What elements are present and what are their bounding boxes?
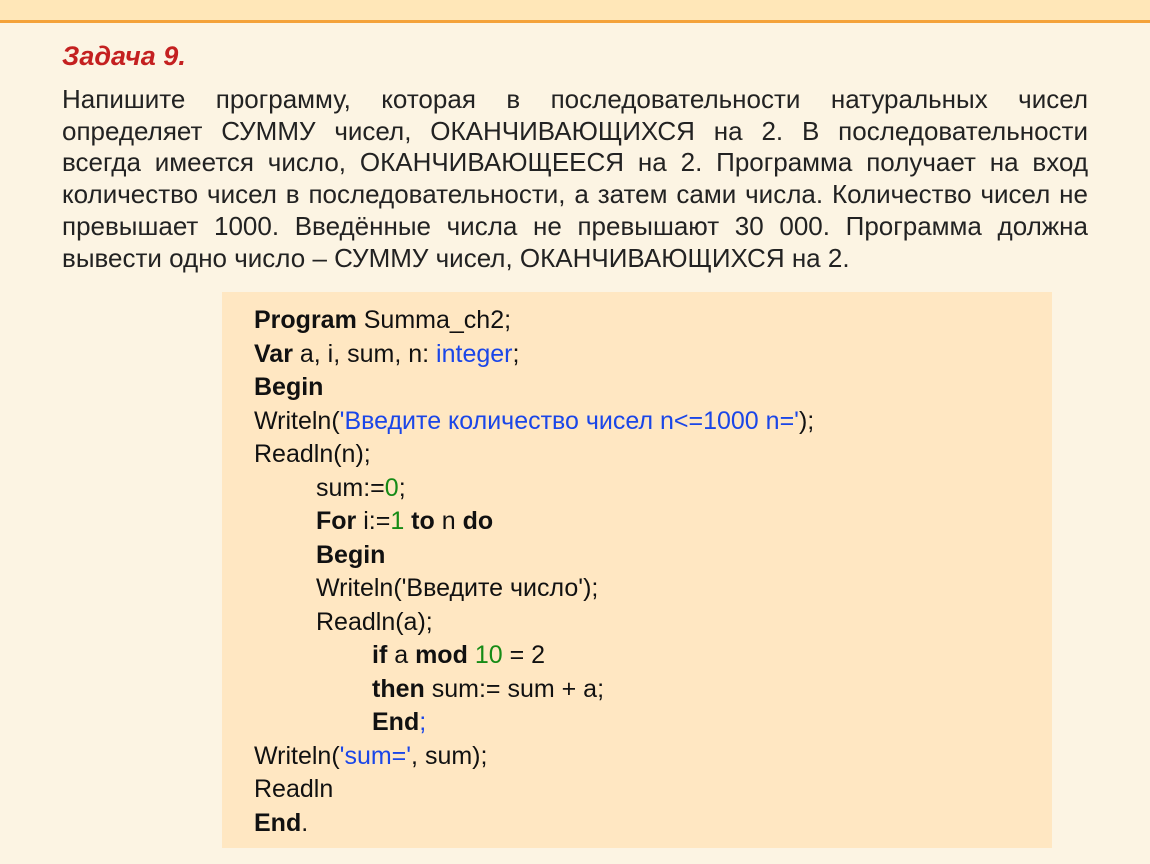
code-text: ; [419,708,426,736]
kw-if: if [372,641,387,669]
code-text: Writeln('Введите число'); [316,574,598,602]
code-text: sum:= sum + a; [425,675,604,703]
kw-mod: mod [415,641,468,669]
string-literal: 'sum=' [340,742,411,770]
code-line-16: End. [254,807,1024,841]
string-literal: 'Введите количество чисел n<=1000 n=' [340,407,799,435]
code-line-12: then sum:= sum + a; [254,673,1024,707]
code-line-5: Readln(n); [254,438,1024,472]
code-line-3: Begin [254,371,1024,405]
code-text: ; [399,474,406,502]
kw-begin: Begin [316,541,385,569]
code-text: . [301,809,308,837]
slide-content: Задача 9. Напишите программу, которая в … [0,23,1150,848]
kw-then: then [372,675,425,703]
code-text: Readln [254,775,333,803]
code-text: ; [513,340,520,368]
kw-for: For [316,507,356,535]
kw-begin: Begin [254,373,323,401]
code-line-10: Readln(a); [254,606,1024,640]
code-text: Writeln( [254,742,340,770]
code-line-8: Begin [254,539,1024,573]
code-line-9: Writeln('Введите число'); [254,572,1024,606]
code-line-15: Readln [254,773,1024,807]
code-block: Program Summa_ch2; Var a, i, sum, n: int… [222,292,1052,848]
code-text: sum:= [316,474,385,502]
task-description: Напишите программу, которая в последоват… [62,84,1088,274]
code-text: a [387,641,415,669]
code-text: Readln(a); [316,608,433,636]
kw-end: End [254,809,301,837]
code-text: a, i, sum, n: [293,340,436,368]
num-literal: 0 [385,474,399,502]
code-text: i:= [356,507,390,535]
kw-program: Program [254,306,357,334]
task-title: Задача 9. [62,41,1088,72]
code-line-14: Writeln('sum=', sum); [254,740,1024,774]
code-text: n [442,507,463,535]
kw-var: Var [254,340,293,368]
code-text: Readln(n); [254,440,371,468]
code-text: Summa_ch2; [357,306,511,334]
type-integer: integer [436,340,512,368]
code-text [468,641,475,669]
num-literal: 1 [390,507,404,535]
code-line-13: End; [254,706,1024,740]
kw-do: do [463,507,494,535]
code-line-11: if a mod 10 = 2 [254,639,1024,673]
kw-to: to [404,507,442,535]
code-line-4: Writeln('Введите количество чисел n<=100… [254,405,1024,439]
code-text: = 2 [503,641,545,669]
kw-end: End [372,708,419,736]
code-line-2: Var a, i, sum, n: integer; [254,338,1024,372]
code-text: , sum); [411,742,487,770]
code-line-7: For i:=1 to n do [254,505,1024,539]
code-line-6: sum:=0; [254,472,1024,506]
code-text: ); [799,407,814,435]
code-line-1: Program Summa_ch2; [254,304,1024,338]
num-literal: 10 [475,641,503,669]
top-accent-bar [0,0,1150,23]
code-text: Writeln( [254,407,340,435]
